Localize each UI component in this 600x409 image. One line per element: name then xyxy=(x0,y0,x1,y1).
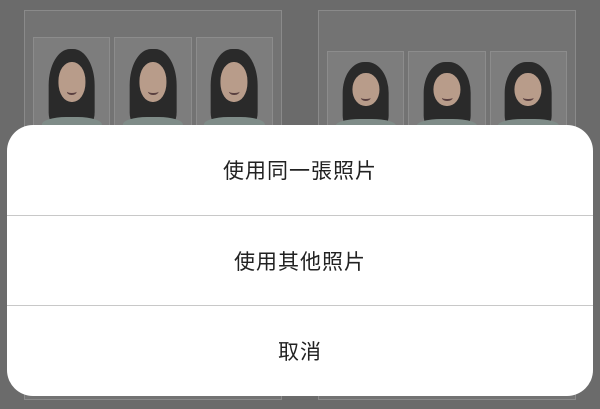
id-photo-thumbnail xyxy=(408,51,486,133)
use-same-photo-button[interactable]: 使用同一張照片 xyxy=(7,125,593,215)
cancel-button[interactable]: 取消 xyxy=(7,306,593,396)
id-photo-thumbnail xyxy=(489,51,567,133)
photo-row xyxy=(327,51,567,133)
action-sheet: 使用同一張照片 使用其他照片 取消 xyxy=(7,125,593,396)
id-photo-thumbnail xyxy=(114,37,192,133)
id-photo-thumbnail xyxy=(33,37,111,133)
id-photo-thumbnail xyxy=(327,51,405,133)
id-photo-thumbnail xyxy=(195,37,273,133)
photo-row xyxy=(33,37,273,133)
use-other-photo-button[interactable]: 使用其他照片 xyxy=(7,216,593,305)
